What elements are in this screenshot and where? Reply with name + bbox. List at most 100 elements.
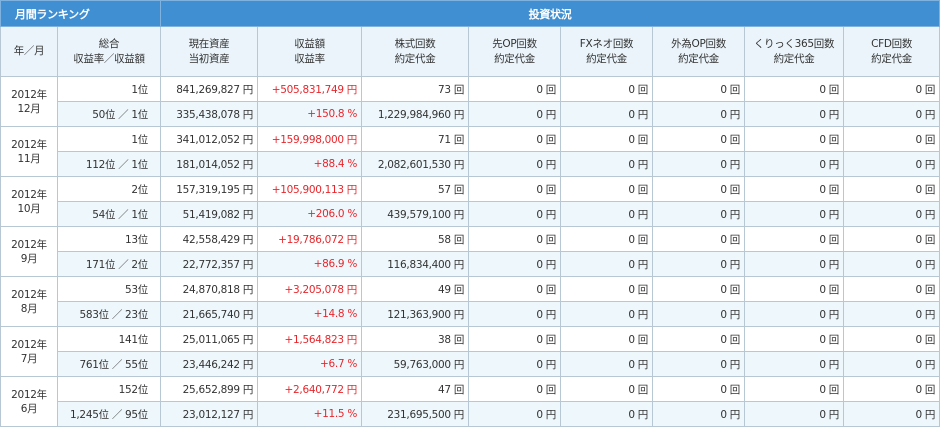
rank-pair-cell: 583位 ／ 23位 [56, 301, 162, 327]
stock-count-cell: 47 回 [361, 376, 470, 402]
profit-rate-cell: +150.8 % [257, 101, 363, 127]
cfd-amount-cell: 0 円 [843, 351, 940, 377]
profit-amount-cell: +19,786,072 円 [257, 226, 363, 252]
initial-assets-cell: 335,438,078 円 [160, 101, 259, 127]
click365-count-cell: 0 回 [744, 76, 845, 102]
click365-count-cell: 0 回 [744, 326, 845, 352]
month-cell: 2012年 8月 [0, 276, 58, 327]
stock-count-cell: 57 回 [361, 176, 470, 202]
fx-op-count-cell: 0 回 [652, 376, 746, 402]
click365-count-cell: 0 回 [744, 176, 845, 202]
stock-amount-cell: 59,763,000 円 [361, 351, 470, 377]
table-row: 171位 ／ 2位 22,772,357 円 +86.9 % 116,834,400 … [1, 251, 940, 277]
fx-op-count-cell: 0 回 [652, 276, 746, 302]
table-row: 112位 ／ 1位 181,014,052 円 +88.4 % 2,082,601,5… [1, 151, 940, 177]
fx-op-amount-cell: 0 円 [652, 201, 746, 227]
profit-amount-cell: +1,564,823 円 [257, 326, 363, 352]
fx-neo-amount-cell: 0 円 [560, 401, 654, 427]
overall-rank-cell: 1位 [56, 126, 162, 152]
overall-rank-cell: 2位 [56, 176, 162, 202]
table-title-row: 月間ランキング 投資状況 [0, 0, 940, 27]
cfd-amount-cell: 0 円 [843, 101, 940, 127]
col-header-cfd: CFD回数 約定代金 [843, 26, 940, 77]
current-assets-cell: 24,870,818 円 [160, 276, 259, 302]
stock-amount-cell: 121,363,900 円 [361, 301, 470, 327]
fx-op-count-cell: 0 回 [652, 226, 746, 252]
initial-assets-cell: 181,014,052 円 [160, 151, 259, 177]
rank-pair-cell: 54位 ／ 1位 [56, 201, 162, 227]
current-assets-cell: 157,319,195 円 [160, 176, 259, 202]
overall-rank-cell: 1位 [56, 76, 162, 102]
fx-neo-count-cell: 0 回 [560, 376, 654, 402]
fx-op-amount-cell: 0 円 [652, 151, 746, 177]
col-header-overall-rank: 総合 収益率／収益額 [56, 26, 162, 77]
initial-assets-cell: 23,012,127 円 [160, 401, 259, 427]
cfd-count-cell: 0 回 [843, 76, 940, 102]
futures-op-count-cell: 0 回 [468, 126, 562, 152]
rank-pair-cell: 50位 ／ 1位 [56, 101, 162, 127]
current-assets-cell: 42,558,429 円 [160, 226, 259, 252]
monthly-ranking-table: 月間ランキング 投資状況 年／月 総合 収益率／収益額 現在資産 当初資産 収益額収… [0, 0, 940, 427]
click365-amount-cell: 0 円 [744, 351, 845, 377]
futures-op-amount-cell: 0 円 [468, 151, 562, 177]
stock-amount-cell: 1,229,984,960 円 [361, 101, 470, 127]
stock-amount-cell: 439,579,100 円 [361, 201, 470, 227]
ranking-section-title: 月間ランキング [0, 0, 162, 27]
col-header-futures-op: 先OP回数 約定代金 [468, 26, 562, 77]
fx-op-amount-cell: 0 円 [652, 401, 746, 427]
cfd-count-cell: 0 回 [843, 226, 940, 252]
fx-op-count-cell: 0 回 [652, 76, 746, 102]
initial-assets-cell: 51,419,082 円 [160, 201, 259, 227]
stock-count-cell: 49 回 [361, 276, 470, 302]
fx-op-amount-cell: 0 円 [652, 101, 746, 127]
fx-op-amount-cell: 0 円 [652, 351, 746, 377]
cfd-count-cell: 0 回 [843, 376, 940, 402]
fx-op-amount-cell: 0 円 [652, 301, 746, 327]
col-header-stock: 株式回数 約定代金 [361, 26, 470, 77]
table-row: 761位 ／ 55位 23,446,242 円 +6.7 % 59,763,000 円… [1, 351, 940, 377]
fx-op-count-cell: 0 回 [652, 176, 746, 202]
fx-neo-amount-cell: 0 円 [560, 201, 654, 227]
click365-count-cell: 0 回 [744, 226, 845, 252]
cfd-amount-cell: 0 円 [843, 301, 940, 327]
col-header-click365: くりっく365回数 約定代金 [744, 26, 845, 77]
click365-count-cell: 0 回 [744, 376, 845, 402]
month-cell: 2012年 7月 [0, 326, 58, 377]
fx-neo-amount-cell: 0 円 [560, 351, 654, 377]
month-cell: 2012年 11月 [0, 126, 58, 177]
click365-amount-cell: 0 円 [744, 401, 845, 427]
futures-op-amount-cell: 0 円 [468, 351, 562, 377]
current-assets-cell: 841,269,827 円 [160, 76, 259, 102]
fx-neo-amount-cell: 0 円 [560, 101, 654, 127]
profit-rate-cell: +86.9 % [257, 251, 363, 277]
futures-op-count-cell: 0 回 [468, 276, 562, 302]
table-row: 2012年 9月 13位 42,558,429 円 +19,786,072 円 58 回0… [0, 226, 940, 277]
stock-count-cell: 58 回 [361, 226, 470, 252]
rank-pair-cell: 761位 ／ 55位 [56, 351, 162, 377]
table-row: 2012年 11月 1位 341,012,052 円 +159,998,000 円 71 … [0, 126, 940, 177]
fx-neo-count-cell: 0 回 [560, 176, 654, 202]
fx-neo-count-cell: 0 回 [560, 226, 654, 252]
stock-count-cell: 38 回 [361, 326, 470, 352]
month-cell: 2012年 6月 [0, 376, 58, 427]
profit-amount-cell: +159,998,000 円 [257, 126, 363, 152]
table-row: 2012年 8月 53位 24,870,818 円 +3,205,078 円 49 回0 … [0, 276, 940, 327]
click365-amount-cell: 0 円 [744, 251, 845, 277]
overall-rank-cell: 152位 [56, 376, 162, 402]
current-assets-cell: 341,012,052 円 [160, 126, 259, 152]
futures-op-amount-cell: 0 円 [468, 251, 562, 277]
stock-amount-cell: 2,082,601,530 円 [361, 151, 470, 177]
fx-neo-count-cell: 0 回 [560, 76, 654, 102]
investment-section-title: 投資状況 [160, 0, 940, 27]
cfd-count-cell: 0 回 [843, 176, 940, 202]
fx-neo-count-cell: 0 回 [560, 276, 654, 302]
futures-op-count-cell: 0 回 [468, 326, 562, 352]
table-row: 2012年 12月 1位 841,269,827 円 +505,831,749 円 73 … [0, 76, 940, 127]
month-cell: 2012年 12月 [0, 76, 58, 127]
month-cell: 2012年 9月 [0, 226, 58, 277]
fx-neo-amount-cell: 0 円 [560, 151, 654, 177]
table-row: 2012年 7月 141位 25,011,065 円 +1,564,823 円 38 回0… [0, 326, 940, 377]
futures-op-count-cell: 0 回 [468, 376, 562, 402]
click365-amount-cell: 0 円 [744, 101, 845, 127]
col-header-year-month: 年／月 [0, 26, 58, 77]
